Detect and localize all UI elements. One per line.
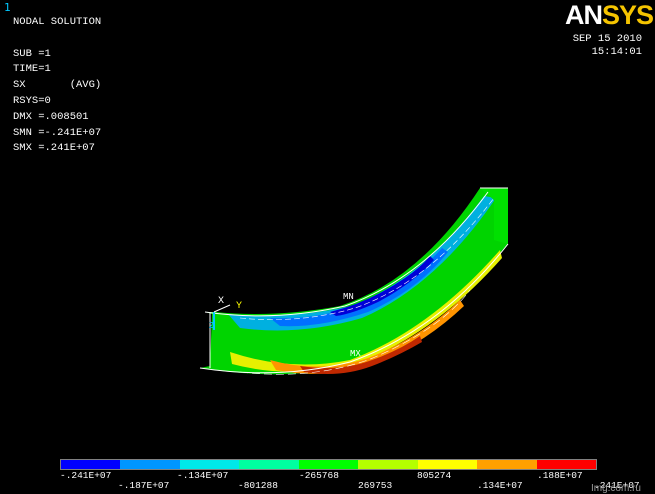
watermark: Img.com.ru (590, 483, 641, 494)
model-viewport[interactable]: X Y Z MN MX (0, 0, 655, 494)
legend-segment-5 (298, 460, 359, 469)
min-marker-label: MN (343, 292, 354, 302)
max-marker-label: MX (350, 349, 361, 359)
legend-segment-8 (477, 460, 537, 469)
legend-label-3: -.134E+07 (177, 470, 229, 481)
triad-y-label: Y (236, 301, 242, 312)
legend-segment-2 (120, 460, 180, 469)
beam-body (200, 188, 508, 375)
triad-z-label: Z (209, 321, 215, 331)
legend-label-6: 269753 (358, 480, 393, 491)
legend-segment-6 (358, 460, 418, 469)
legend-segment-3 (179, 460, 240, 469)
beam-model (199, 187, 509, 375)
contour-legend-bar (60, 459, 597, 470)
legend-segment-4 (239, 460, 299, 469)
legend-label-2: -.187E+07 (118, 480, 170, 491)
legend-segment-1 (61, 460, 121, 469)
legend-label-5: -265768 (299, 470, 339, 481)
legend-segment-7 (417, 460, 478, 469)
triad-x-label: X (218, 296, 224, 307)
legend-label-9: .188E+07 (537, 470, 583, 481)
legend-label-1: -.241E+07 (60, 470, 112, 481)
legend-label-8: .134E+07 (477, 480, 523, 491)
legend-label-4: -801288 (238, 480, 278, 491)
legend-segment-9 (536, 460, 596, 469)
legend-label-7: 805274 (417, 470, 452, 481)
